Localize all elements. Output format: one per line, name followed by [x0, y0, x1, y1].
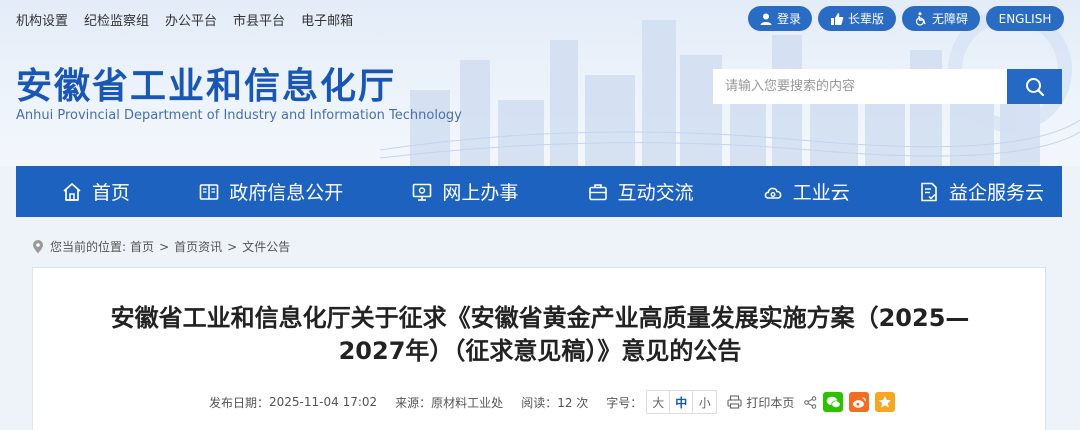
font-size-selector: 大 中 小 — [646, 390, 718, 414]
printer-icon — [727, 395, 742, 409]
top-links: 机构设置 纪检监察组 办公平台 市县平台 电子邮箱 — [16, 10, 353, 29]
nav-industry-cloud-label: 工业云 — [792, 182, 850, 204]
thumbs-up-icon — [830, 12, 844, 25]
weibo-icon — [852, 396, 866, 408]
home-icon — [63, 182, 81, 201]
date-label: 发布日期： — [209, 395, 270, 410]
article-title-line1: 安徽省工业和信息化厅关于征求《安徽省黄金产业高质量发展实施方案（2025— — [110, 304, 970, 332]
search-icon — [1025, 77, 1044, 96]
document-check-icon — [921, 182, 937, 201]
nav-interaction[interactable]: 互动交流 — [587, 178, 694, 205]
elder-mode-button[interactable]: 长辈版 — [818, 6, 896, 31]
top-link-city[interactable]: 市县平台 — [233, 10, 285, 29]
font-size-large[interactable]: 大 — [647, 391, 671, 413]
nav-gov-info[interactable]: 政府信息公开 — [198, 178, 343, 205]
article-title-line2: 2027年）（征求意见稿）》意见的公告 — [338, 337, 742, 365]
breadcrumb: 您当前的位置: 首页 > 首页资讯 > 文件公告 — [32, 238, 290, 255]
font-size-small[interactable]: 小 — [693, 391, 716, 413]
source-value: 原材料工业处 — [431, 395, 504, 410]
book-icon — [199, 183, 219, 200]
top-buttons: 登录 长辈版 无障碍 ENGLISH — [748, 6, 1064, 31]
elder-mode-label: 长辈版 — [847, 12, 884, 26]
search-bar — [713, 69, 1062, 104]
nav-online-service[interactable]: 网上办事 — [411, 178, 518, 205]
monitor-icon — [413, 183, 432, 201]
breadcrumb-news[interactable]: 首页资讯 — [174, 238, 222, 255]
reads-label: 阅读： — [521, 395, 558, 410]
accessibility-label: 无障碍 — [931, 12, 968, 26]
cloud-icon — [764, 187, 782, 199]
wheelchair-icon — [915, 11, 926, 26]
star-icon — [879, 396, 892, 408]
share-group — [804, 392, 896, 412]
breadcrumb-separator: > — [159, 239, 170, 254]
login-label: 登录 — [776, 12, 801, 26]
main-nav: 首页 政府信息公开 网上办事 互动交流 工业云 益企服务云 — [16, 166, 1062, 217]
top-link-discipline[interactable]: 纪检监察组 — [84, 10, 149, 29]
site-header: 机构设置 纪检监察组 办公平台 市县平台 电子邮箱 登录 长辈版 无障碍 ENG… — [0, 0, 1080, 166]
weibo-share-button[interactable] — [849, 392, 870, 412]
user-icon — [760, 13, 772, 25]
favorite-share-button[interactable] — [875, 392, 896, 412]
login-button[interactable]: 登录 — [748, 6, 812, 31]
top-link-email[interactable]: 电子邮箱 — [301, 10, 353, 29]
print-label: 打印本页 — [746, 395, 795, 410]
breadcrumb-home[interactable]: 首页 — [130, 238, 154, 255]
date-value: 2025-11-04 17:02 — [269, 395, 378, 409]
english-button[interactable]: ENGLISH — [986, 6, 1064, 31]
site-subtitle: Anhui Provincial Department of Industry … — [16, 108, 462, 123]
nav-online-service-label: 网上办事 — [442, 182, 519, 204]
article-meta: 发布日期： 2025-11-04 17:02 来源： 原材料工业处 阅读： 12… — [209, 390, 896, 414]
nav-gov-info-label: 政府信息公开 — [229, 182, 344, 204]
breadcrumb-announcements[interactable]: 文件公告 — [242, 238, 290, 255]
nav-home-label: 首页 — [92, 182, 131, 204]
nav-industry-cloud[interactable]: 工业云 — [762, 178, 850, 205]
top-link-org[interactable]: 机构设置 — [16, 10, 68, 29]
breadcrumb-separator: > — [227, 239, 238, 254]
location-pin-icon — [33, 239, 43, 253]
breadcrumb-label: 您当前的位置: — [50, 240, 127, 254]
english-label: ENGLISH — [998, 11, 1052, 26]
nav-home[interactable]: 首页 — [61, 178, 130, 205]
nav-enterprise-cloud[interactable]: 益企服务云 — [918, 178, 1044, 205]
nav-interaction-label: 互动交流 — [617, 182, 694, 204]
top-link-office[interactable]: 办公平台 — [165, 10, 217, 29]
font-size-medium[interactable]: 中 — [670, 391, 694, 413]
site-title[interactable]: 安徽省工业和信息化厅 — [16, 57, 396, 109]
share-icon — [804, 395, 817, 409]
accessibility-button[interactable]: 无障碍 — [902, 6, 980, 31]
font-size-label: 字号： — [606, 395, 643, 410]
search-input[interactable] — [713, 69, 1007, 104]
article-panel: 安徽省工业和信息化厅关于征求《安徽省黄金产业高质量发展实施方案（2025— 20… — [32, 267, 1046, 430]
briefcase-icon — [588, 183, 607, 200]
source-label: 来源： — [395, 395, 432, 410]
article-title: 安徽省工业和信息化厅关于征求《安徽省黄金产业高质量发展实施方案（2025— 20… — [33, 302, 1047, 368]
wechat-share-button[interactable] — [823, 392, 844, 412]
print-button[interactable]: 打印本页 — [727, 394, 794, 411]
search-button[interactable] — [1007, 69, 1062, 104]
reads-value: 12 次 — [557, 395, 589, 410]
nav-enterprise-cloud-label: 益企服务云 — [948, 182, 1044, 204]
wechat-icon — [826, 396, 841, 408]
